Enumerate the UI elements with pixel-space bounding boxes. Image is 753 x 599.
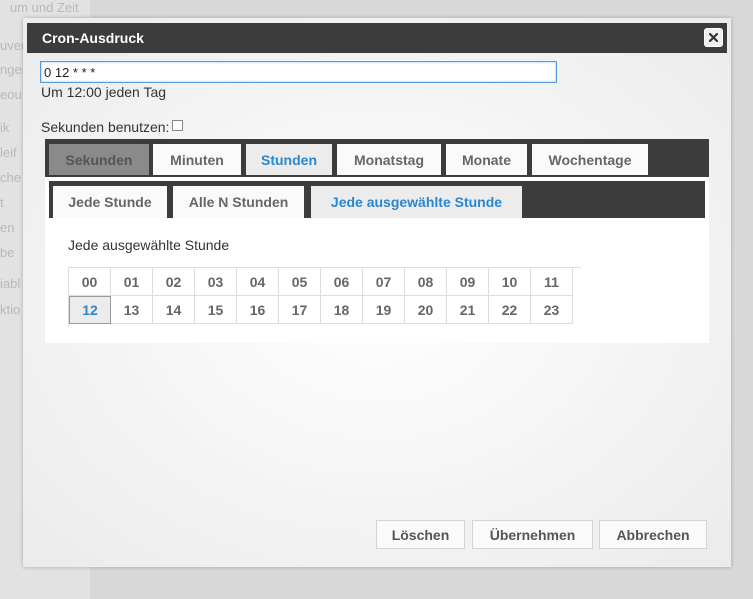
tab-monatstag[interactable]: Monatstag (337, 144, 441, 175)
background-text: t (0, 195, 4, 210)
background-text: ktio (0, 302, 21, 317)
seconds-label: Sekunden benutzen: (41, 119, 170, 135)
background-text: en (0, 220, 15, 235)
tab-sekunden[interactable]: Sekunden (49, 144, 149, 175)
hour-cell-07[interactable]: 07 (363, 268, 405, 296)
hour-cell-21[interactable]: 21 (447, 296, 489, 324)
unit-tabs: Sekunden Minuten Stunden Monatstag Monat… (45, 139, 709, 177)
background-text: um und Zeit (10, 0, 79, 15)
hour-mode-tabs: Jede Stunde Alle N Stunden Jede ausgewäh… (49, 181, 705, 218)
background-text: eou (0, 87, 22, 102)
seconds-checkbox[interactable] (172, 120, 183, 131)
hour-cell-13[interactable]: 13 (111, 296, 153, 324)
hour-cell-01[interactable]: 01 (111, 268, 153, 296)
dialog-titlebar: Cron-Ausdruck (27, 23, 727, 53)
dialog-title: Cron-Ausdruck (42, 30, 144, 46)
background-text: iabl (0, 276, 21, 291)
background-text: leif (0, 145, 17, 160)
hour-cell-15[interactable]: 15 (195, 296, 237, 324)
background-text: che (0, 170, 21, 185)
tab-monate[interactable]: Monate (446, 144, 527, 175)
hour-cell-12[interactable]: 12 (69, 296, 111, 324)
hour-cell-18[interactable]: 18 (321, 296, 363, 324)
background-text: uver (0, 38, 26, 53)
cron-expression-input[interactable] (40, 61, 557, 83)
hour-cell-08[interactable]: 08 (405, 268, 447, 296)
tab-jede-stunde[interactable]: Jede Stunde (53, 186, 167, 218)
hour-cell-05[interactable]: 05 (279, 268, 321, 296)
hour-cell-20[interactable]: 20 (405, 296, 447, 324)
hour-cell-00[interactable]: 00 (69, 268, 111, 296)
apply-button[interactable]: Übernehmen (472, 520, 593, 549)
hour-cell-06[interactable]: 06 (321, 268, 363, 296)
hour-cell-11[interactable]: 11 (531, 268, 573, 296)
hour-cell-22[interactable]: 22 (489, 296, 531, 324)
hour-cell-14[interactable]: 14 (153, 296, 195, 324)
hours-panel: Jede Stunde Alle N Stunden Jede ausgewäh… (45, 177, 709, 343)
close-button[interactable] (704, 28, 723, 47)
hour-cell-17[interactable]: 17 (279, 296, 321, 324)
hour-cell-04[interactable]: 04 (237, 268, 279, 296)
background-text: be (0, 245, 15, 260)
hour-grid: 00 01 02 03 04 05 06 07 08 09 10 11 12 13 14 15 16 17 18 19… (68, 267, 581, 326)
selection-hint: Jede ausgewählte Stunde (68, 237, 230, 253)
cron-dialog: Cron-Ausdruck Um 12:00 jeden Tag Sekunde… (23, 18, 731, 567)
close-icon (709, 33, 718, 42)
cancel-button[interactable]: Abbrechen (599, 520, 707, 549)
delete-button[interactable]: Löschen (376, 520, 465, 549)
cron-description: Um 12:00 jeden Tag (41, 84, 167, 100)
hour-cell-02[interactable]: 02 (153, 268, 195, 296)
tab-jede-ausgewaehlte-stunde[interactable]: Jede ausgewählte Stunde (311, 186, 522, 218)
tab-stunden[interactable]: Stunden (246, 144, 332, 175)
hour-cell-03[interactable]: 03 (195, 268, 237, 296)
hour-cell-09[interactable]: 09 (447, 268, 489, 296)
tab-alle-n-stunden[interactable]: Alle N Stunden (173, 186, 304, 218)
hour-cell-16[interactable]: 16 (237, 296, 279, 324)
hour-cell-23[interactable]: 23 (531, 296, 573, 324)
background-text: ik (0, 120, 10, 135)
hour-cell-10[interactable]: 10 (489, 268, 531, 296)
tab-wochentage[interactable]: Wochentage (532, 144, 648, 175)
tab-minuten[interactable]: Minuten (153, 144, 241, 175)
hour-cell-19[interactable]: 19 (363, 296, 405, 324)
